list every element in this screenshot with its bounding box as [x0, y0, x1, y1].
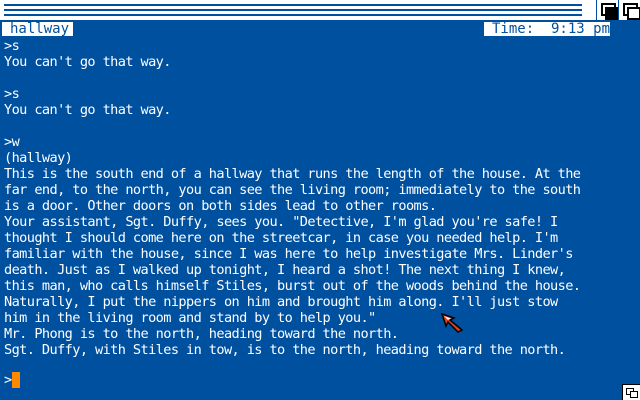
depth-back-gadget[interactable]: [596, 0, 619, 20]
transcript-line: (hallway): [4, 150, 73, 166]
transcript-line: >s: [4, 38, 20, 54]
transcript-line: death. Just as I walked up tonight, I he…: [4, 262, 566, 278]
title-bar[interactable]: [0, 0, 640, 20]
transcript-line: >w: [4, 134, 20, 150]
resize-gadget[interactable]: [622, 384, 640, 400]
transcript-line: him in the living room and stand by to h…: [4, 310, 376, 326]
prompt-symbol: >: [4, 372, 13, 388]
status-bar: hallway Time: 9:13 pm: [0, 20, 640, 38]
transcript-line: Your assistant, Sgt. Duffy, sees you. "D…: [4, 214, 558, 230]
resize-gadget-icon-part: [630, 391, 638, 398]
room-name: hallway: [2, 22, 73, 36]
transcript-line: Sgt. Duffy, with Stiles in tow, is to th…: [4, 342, 566, 358]
title-bar-stripe: [4, 14, 582, 16]
window-front-icon: [605, 7, 619, 20]
transcript-line: [4, 118, 624, 134]
transcript-line: Mr. Phong is to the north, heading towar…: [4, 326, 399, 342]
interpreter-window: hallway Time: 9:13 pm >s You can't go tha…: [0, 0, 640, 400]
transcript-line: far end, to the north, you can see the l…: [4, 182, 581, 198]
title-bar-stripe: [4, 9, 582, 11]
transcript-line: >s: [4, 86, 20, 102]
command-prompt[interactable]: >: [4, 372, 21, 388]
transcript-line: thought I should come here on the street…: [4, 230, 558, 246]
transcript-line: You can't go that way.: [4, 102, 171, 118]
transcript-line: this man, who calls himself Stiles, burs…: [4, 278, 581, 294]
transcript-line: This is the south end of a hallway that …: [4, 166, 581, 182]
title-bar-stripe: [4, 4, 582, 6]
transcript-line: [4, 70, 624, 86]
transcript-line: Naturally, I put the nippers on him and …: [4, 294, 558, 310]
text-cursor: [12, 372, 21, 388]
transcript-line: familiar with the house, since I was her…: [4, 246, 573, 262]
game-transcript: >s You can't go that way. >s You can't go t…: [4, 38, 624, 384]
game-time: Time: 9:13 pm: [484, 22, 610, 36]
transcript-line: is a door. Other doors on both sides lea…: [4, 198, 437, 214]
transcript-line: You can't go that way.: [4, 54, 171, 70]
mouse-pointer-icon: [440, 312, 464, 333]
window-front-icon: [627, 7, 640, 20]
depth-front-gadget[interactable]: [618, 0, 640, 20]
